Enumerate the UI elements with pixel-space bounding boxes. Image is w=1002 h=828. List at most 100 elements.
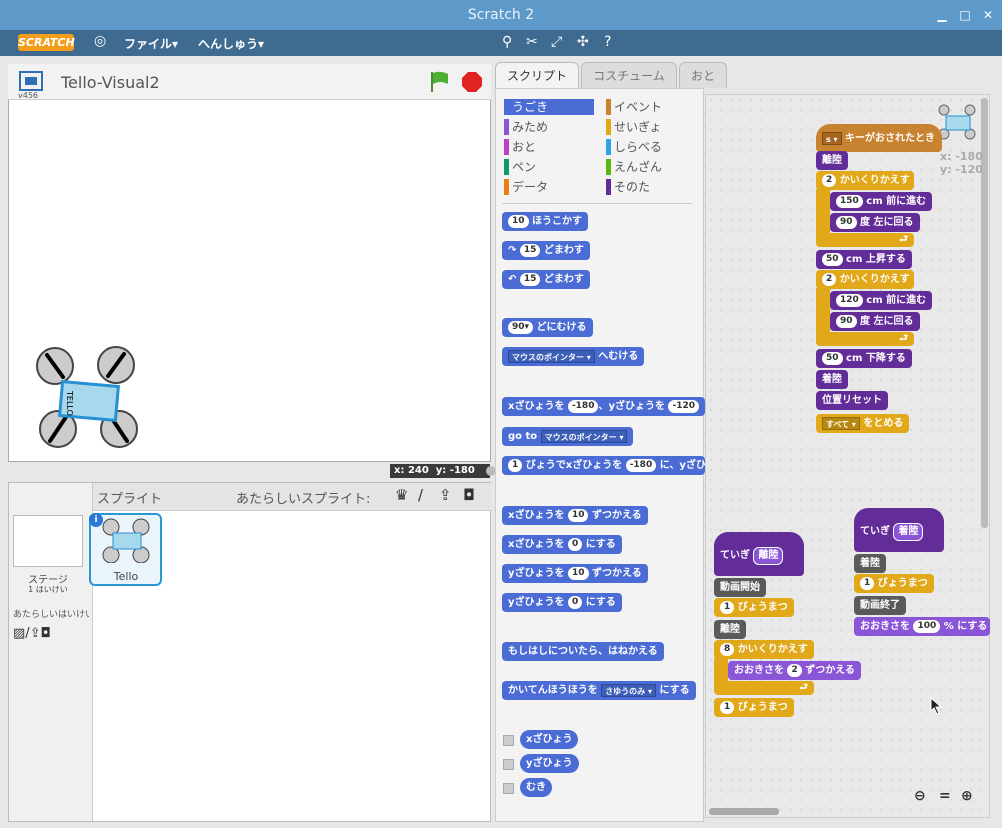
checkbox-direction[interactable]: [503, 783, 514, 794]
reporter-direction[interactable]: むき: [520, 778, 552, 797]
block-input[interactable]: -120: [668, 399, 700, 413]
block-stop[interactable]: すべて ▾ をとめる: [816, 414, 910, 433]
paint-sprite-icon[interactable]: /: [418, 486, 423, 504]
block-wait-3[interactable]: 1 びょうまつ: [854, 574, 934, 593]
when-key-pressed-hat[interactable]: s ▾ キーがおされたとき: [816, 124, 942, 152]
block-input[interactable]: 50: [822, 351, 843, 365]
help-icon[interactable]: ?: [604, 34, 611, 50]
block-input[interactable]: 1: [720, 600, 735, 614]
block-input[interactable]: 1: [720, 700, 735, 714]
block-change-size[interactable]: おおきさを 2 ずつかえる: [728, 661, 861, 680]
block-input[interactable]: 2: [787, 663, 802, 677]
category-sensing[interactable]: しらべる: [606, 139, 696, 155]
reporter-y-position[interactable]: yざひょう: [520, 754, 579, 773]
block-input[interactable]: 90: [836, 215, 857, 229]
upload-sprite-icon[interactable]: ⇪: [439, 486, 452, 504]
grow-icon[interactable]: ⤢: [551, 34, 562, 50]
upload-icon[interactable]: ⇪: [30, 626, 41, 641]
duplicate-icon[interactable]: ⚲: [502, 34, 512, 50]
sprite-tile-tello[interactable]: i Tello: [89, 513, 162, 586]
tab-scripts[interactable]: スクリプト: [495, 62, 579, 88]
stop-icon[interactable]: [461, 71, 483, 93]
block-set-x[interactable]: xざひょうを 0 にする: [502, 535, 622, 554]
block-dropdown[interactable]: マウスのポインター ▾: [540, 429, 628, 443]
block-left-90-b[interactable]: 90 度 左に回る: [830, 312, 920, 331]
zoom-out-icon[interactable]: ⊖: [914, 788, 926, 804]
block-glide[interactable]: 1 びょうでxざひょうを -180 に、yざひ: [502, 456, 705, 475]
block-dropdown[interactable]: マウスのポインター ▾: [508, 349, 595, 363]
block-goto-xy[interactable]: xざひょうを -180 、yざひょうを -120: [502, 397, 705, 416]
green-flag-icon[interactable]: [428, 70, 452, 94]
repeat-block-2[interactable]: 2 かいくりかえす: [816, 270, 914, 289]
minimize-icon[interactable]: ▁: [935, 8, 949, 22]
block-forward-150[interactable]: 150 cm 前に進む: [830, 192, 933, 211]
checkbox-x-position[interactable]: [503, 735, 514, 746]
block-set-y[interactable]: yざひょうを 0 にする: [502, 593, 622, 612]
define-land-hat[interactable]: ていぎ 着陸: [854, 508, 944, 552]
block-rotation-style[interactable]: かいてんほうほうを さゆうのみ ▾ にする: [502, 681, 696, 700]
block-move[interactable]: 10 ほうこかす: [502, 212, 589, 231]
block-up-50[interactable]: 50 cm 上昇する: [816, 250, 912, 269]
block-input[interactable]: 150: [836, 194, 863, 208]
block-set-size[interactable]: おおきさを 100 % にする: [854, 617, 990, 636]
block-record-end[interactable]: 動画終了: [854, 596, 906, 615]
tab-costumes[interactable]: コスチューム: [581, 62, 677, 88]
tab-sounds[interactable]: おと: [679, 62, 727, 88]
camera-icon[interactable]: ◘: [41, 626, 51, 641]
category-sound[interactable]: おと: [504, 139, 594, 155]
block-land[interactable]: 着陸: [816, 370, 848, 389]
block-point-towards[interactable]: マウスのポインター ▾ へむける: [502, 347, 645, 366]
block-reset-position[interactable]: 位置リセット: [816, 391, 888, 410]
block-input[interactable]: 90: [836, 314, 857, 328]
block-turn-right[interactable]: ↷ 15 どまわす: [502, 241, 590, 260]
block-input[interactable]: 15: [519, 243, 541, 257]
sprite-library-icon[interactable]: ♛: [395, 486, 408, 504]
block-turn-left[interactable]: ↶ 15 どまわす: [502, 270, 590, 289]
repeat-block-3[interactable]: 8 かいくりかえす: [714, 640, 814, 659]
block-input[interactable]: 100: [913, 619, 941, 633]
block-takeoff[interactable]: 離陸: [816, 151, 848, 170]
category-data[interactable]: データ: [504, 179, 594, 195]
block-input[interactable]: 1: [508, 458, 523, 472]
category-more[interactable]: そのた: [606, 179, 696, 195]
block-input[interactable]: 90▾: [508, 320, 534, 334]
define-takeoff-hat[interactable]: ていぎ 離陸: [714, 532, 804, 576]
category-control[interactable]: せいぎょ: [606, 119, 696, 135]
block-takeoff-2[interactable]: 離陸: [714, 620, 746, 639]
block-input[interactable]: -180: [567, 399, 599, 413]
globe-icon[interactable]: ◎: [94, 33, 106, 49]
close-icon[interactable]: ✕: [981, 8, 995, 22]
block-input[interactable]: 2: [822, 272, 837, 286]
repeat-block-1[interactable]: 2 かいくりかえす: [816, 171, 914, 190]
category-operators[interactable]: えんざん: [606, 159, 696, 175]
tello-drone-sprite[interactable]: TELLO: [31, 341, 171, 461]
block-input[interactable]: 120: [836, 293, 863, 307]
block-forward-120[interactable]: 120 cm 前に進む: [830, 291, 933, 310]
camera-sprite-icon[interactable]: ◘: [463, 486, 475, 504]
zoom-reset-icon[interactable]: =: [939, 788, 951, 804]
block-bounce[interactable]: もしはしについたら、はねかえる: [502, 642, 664, 661]
block-input[interactable]: 8: [720, 642, 735, 656]
scratch-logo[interactable]: SCRATCH: [18, 34, 75, 51]
presentation-mode-icon[interactable]: [18, 70, 44, 92]
edit-menu[interactable]: へんしゅう▾: [198, 35, 264, 52]
block-input[interactable]: 2: [822, 173, 837, 187]
block-input[interactable]: 10: [508, 214, 529, 228]
block-goto[interactable]: go to マウスのポインター ▾: [502, 427, 634, 446]
block-input[interactable]: 10: [567, 508, 589, 522]
paint-backdrop-icon[interactable]: ▨: [13, 626, 25, 641]
stage-thumbnail[interactable]: [13, 515, 83, 567]
category-motion[interactable]: うごき: [504, 99, 594, 115]
block-input[interactable]: 50: [822, 252, 843, 266]
block-input[interactable]: 0: [568, 595, 583, 609]
block-wait-2[interactable]: 1 びょうまつ: [714, 698, 794, 717]
block-input[interactable]: 10: [568, 566, 589, 580]
block-input[interactable]: 1: [860, 576, 875, 590]
block-down-50[interactable]: 50 cm 下降する: [816, 349, 912, 368]
maximize-icon[interactable]: □: [958, 8, 972, 22]
stop-dropdown[interactable]: すべて ▾: [822, 416, 860, 430]
block-wait-1[interactable]: 1 びょうまつ: [714, 598, 794, 617]
block-input[interactable]: -180: [625, 458, 657, 472]
zoom-in-icon[interactable]: ⊕: [961, 788, 973, 804]
block-input[interactable]: 15: [519, 272, 541, 286]
